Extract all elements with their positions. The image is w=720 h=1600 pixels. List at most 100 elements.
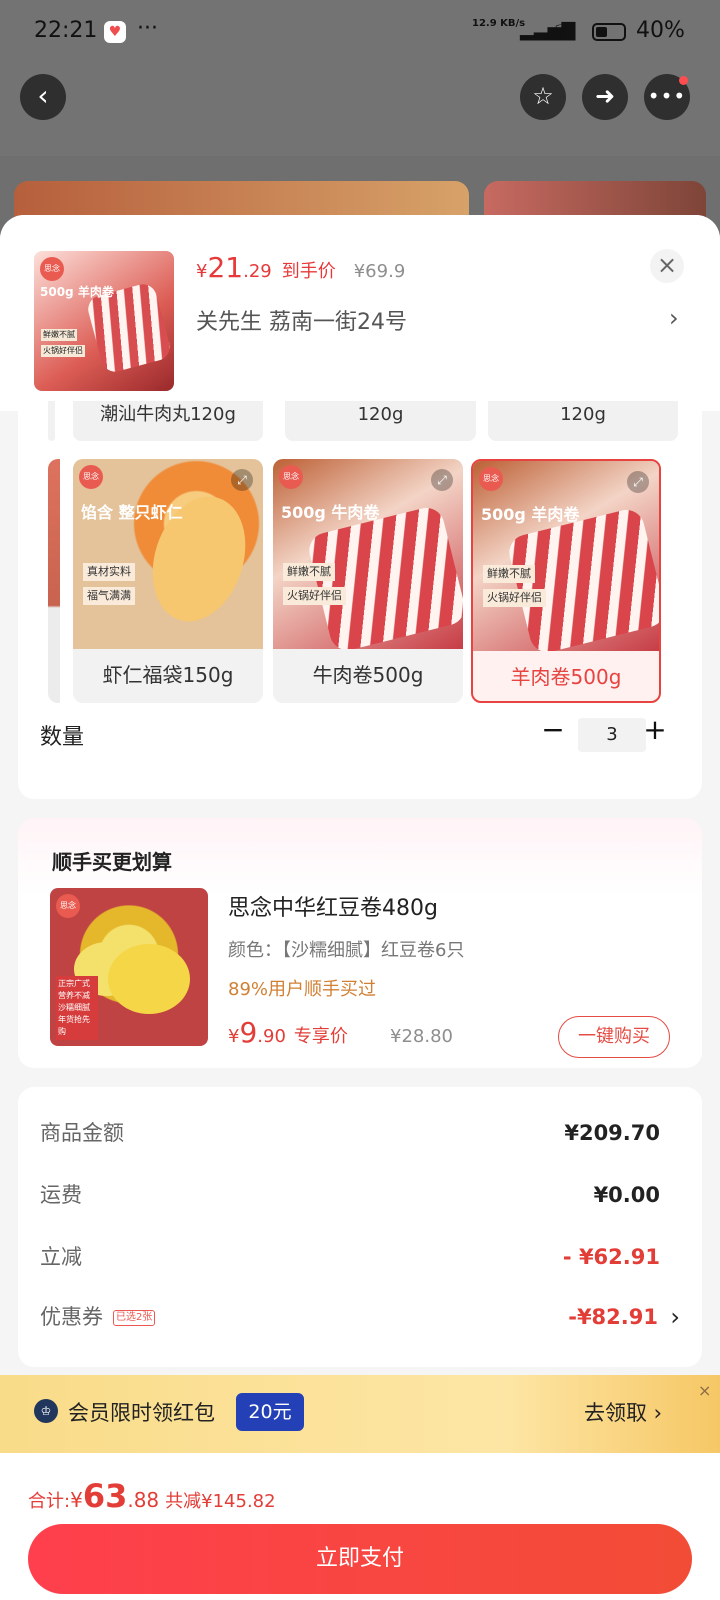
expand-icon[interactable]: ⤢: [627, 471, 649, 493]
summary-label: 商品金额: [40, 1121, 124, 1145]
addon-recommendation: 顺手买更划算 思念 正宗广式 营养不减 沙糯细腻 年货抢先购 思念中华红豆卷48…: [18, 818, 702, 1068]
close-button[interactable]: ×: [650, 249, 684, 283]
total-integer: 63: [82, 1477, 128, 1515]
share-button[interactable]: ➜: [582, 74, 628, 120]
status-bar: 22:21 ♥ ··· 12.9 KB/s ▂▃▅▇ ⌔ 40%: [0, 0, 720, 66]
brand-logo: 思念: [79, 465, 103, 489]
notification-dot: [679, 76, 688, 85]
pay-now-button[interactable]: 立即支付: [28, 1524, 692, 1594]
one-click-buy-button[interactable]: 一键购买: [558, 1016, 670, 1058]
summary-value: ¥0.00: [593, 1183, 660, 1207]
option-strip[interactable]: [48, 401, 55, 441]
summary-label: 立减: [40, 1245, 82, 1269]
quantity-label: 数量: [40, 725, 85, 750]
summary-row-coupon[interactable]: 优惠券 已选2张 -¥82.91 ›: [40, 1301, 680, 1341]
summary-row-shipping: 运费 ¥0.00: [40, 1179, 680, 1219]
more-status-icon: ···: [137, 16, 158, 41]
favorite-button[interactable]: ☆: [520, 74, 566, 120]
promo-text: 会员限时领红包: [68, 1401, 215, 1425]
thumbnail-tags: 鲜嫩不腻 火锅好伴侣: [41, 329, 91, 361]
more-button[interactable]: •••: [644, 74, 690, 120]
tag: 火锅好伴侣: [41, 345, 85, 357]
lamb-roll-image: 思念 ⤢ 500g 羊肉卷 鲜嫩不腻 火锅好伴侣: [473, 461, 659, 651]
delivery-address[interactable]: 关先生 荔南一街24号: [196, 304, 407, 336]
total-price: 合计:¥63.88 共减¥145.82: [28, 1477, 276, 1515]
option-partial[interactable]: 120g: [488, 401, 678, 441]
wifi-icon: ⌔: [552, 18, 571, 42]
member-icon: ♔: [34, 1399, 58, 1423]
notification-icon: ♥: [104, 21, 126, 43]
option-tags: 鲜嫩不腻 火锅好伴侣: [283, 563, 346, 611]
sku-option-lamb[interactable]: 思念 ⤢ 500g 羊肉卷 鲜嫩不腻 火锅好伴侣 羊肉卷500g: [471, 459, 661, 703]
sku-option-beef[interactable]: 思念 ⤢ 500g 牛肉卷 鲜嫩不腻 火锅好伴侣 牛肉卷500g: [273, 459, 463, 703]
summary-label: 运费: [40, 1183, 82, 1207]
addon-social-proof: 89%用户顺手买过: [228, 979, 377, 1000]
quantity-input[interactable]: 3: [578, 718, 646, 752]
option-image-title: 馅含 整只虾仁: [81, 503, 183, 522]
option-image-title: 500g 羊肉卷: [481, 505, 580, 524]
expand-icon[interactable]: ⤢: [231, 469, 253, 491]
status-time: 22:21: [34, 18, 98, 43]
network-speed: 12.9 KB/s: [472, 18, 526, 29]
partial-option-card[interactable]: [48, 459, 60, 703]
tag: 福气满满: [83, 587, 135, 605]
sku-option-shrimp[interactable]: 思念 ⤢ 馅含 整只虾仁 真材实料 福气满满 虾仁福袋150g: [73, 459, 263, 703]
addon-product-image[interactable]: 思念 正宗广式 营养不减 沙糯细腻 年货抢先购: [50, 888, 208, 1046]
tag: 鲜嫩不腻: [483, 565, 535, 583]
tag: 火锅好伴侣: [283, 587, 346, 605]
sku-selector: 潮汕牛肉丸120g 120g 120g 思念 ⤢ 馅含 整只虾仁 真材实料 福气…: [18, 401, 702, 799]
sku-options-row: 思念 ⤢ 馅含 整只虾仁 真材实料 福气满满 虾仁福袋150g 思念 ⤢ 500…: [18, 449, 702, 703]
price-decimal: .29: [243, 261, 272, 282]
summary-row-discount: 立减 - ¥62.91: [40, 1241, 680, 1281]
battery-icon: [592, 23, 626, 41]
addon-title: 顺手买更划算: [52, 850, 172, 874]
tag: 鲜嫩不腻: [41, 329, 77, 341]
promo-amount: 20元: [236, 1393, 304, 1431]
back-button[interactable]: ‹: [20, 74, 66, 120]
option-image-title: 500g 牛肉卷: [281, 503, 380, 522]
expand-icon[interactable]: ⤢: [431, 469, 453, 491]
price-line: ¥21.29 到手价 ¥69.9: [196, 251, 405, 285]
quantity-plus-button[interactable]: +: [640, 716, 670, 747]
coupon-badge: 已选2张: [113, 1310, 156, 1326]
price-label: 到手价: [281, 261, 336, 282]
price-integer: 9: [239, 1016, 258, 1049]
addon-original-price: ¥28.80: [390, 1026, 453, 1047]
brand-logo: 思念: [479, 467, 503, 491]
quantity-minus-button[interactable]: −: [538, 716, 568, 747]
currency: ¥: [228, 1026, 240, 1047]
option-label: 牛肉卷500g: [312, 663, 424, 687]
product-navigation: ‹ ☆ ➜ •••: [0, 66, 720, 156]
shrimp-dumpling-image: 思念 ⤢ 馅含 整只虾仁 真材实料 福气满满: [73, 459, 263, 649]
price-summary: 商品金额 ¥209.70 运费 ¥0.00 立减 - ¥62.91 优惠券 已选2…: [18, 1087, 702, 1367]
addon-image-badges: 正宗广式 营养不减 沙糯细腻 年货抢先购: [56, 976, 98, 1040]
original-price: ¥69.9: [353, 261, 406, 282]
price-decimal: .90: [257, 1026, 286, 1047]
option-tags: 鲜嫩不腻 火锅好伴侣: [483, 565, 546, 613]
total-saved: 共减¥145.82: [165, 1491, 276, 1512]
member-promo-banner[interactable]: ♔ 会员限时领红包 20元 去领取 › ×: [0, 1375, 720, 1453]
checkout-sheet: 思念 500g 羊肉卷 鲜嫩不腻 火锅好伴侣 ¥21.29 到手价 ¥69.9 × …: [0, 215, 720, 1600]
addon-name[interactable]: 思念中华红豆卷480g: [228, 890, 438, 922]
thumbnail-title: 500g 羊肉卷: [40, 285, 114, 299]
close-icon[interactable]: ×: [698, 1381, 718, 1401]
option-partial[interactable]: 潮汕牛肉丸120g: [73, 401, 263, 441]
summary-value: - ¥62.91: [562, 1245, 660, 1269]
tag: 鲜嫩不腻: [283, 563, 335, 581]
chevron-right-icon[interactable]: ›: [669, 304, 679, 332]
product-thumbnail[interactable]: 思念 500g 羊肉卷 鲜嫩不腻 火锅好伴侣: [34, 251, 174, 391]
coupon-label: 优惠券: [40, 1305, 103, 1329]
option-label: 虾仁福袋150g: [102, 663, 234, 687]
tag: 真材实料: [83, 563, 135, 581]
brand-logo: 思念: [40, 257, 64, 281]
currency: ¥: [70, 1488, 83, 1512]
price-label: 专享价: [293, 1026, 348, 1047]
option-label: 羊肉卷500g: [510, 665, 622, 689]
summary-row-goods: 商品金额 ¥209.70: [40, 1117, 680, 1157]
brand-logo: 思念: [279, 465, 303, 489]
chevron-right-icon[interactable]: ›: [670, 1303, 680, 1331]
addon-spec: 颜色：【沙糯细腻】红豆卷6只: [228, 940, 465, 961]
option-partial[interactable]: 120g: [285, 401, 476, 441]
promo-action[interactable]: 去领取 ›: [584, 1397, 662, 1427]
currency: ¥: [196, 261, 208, 282]
